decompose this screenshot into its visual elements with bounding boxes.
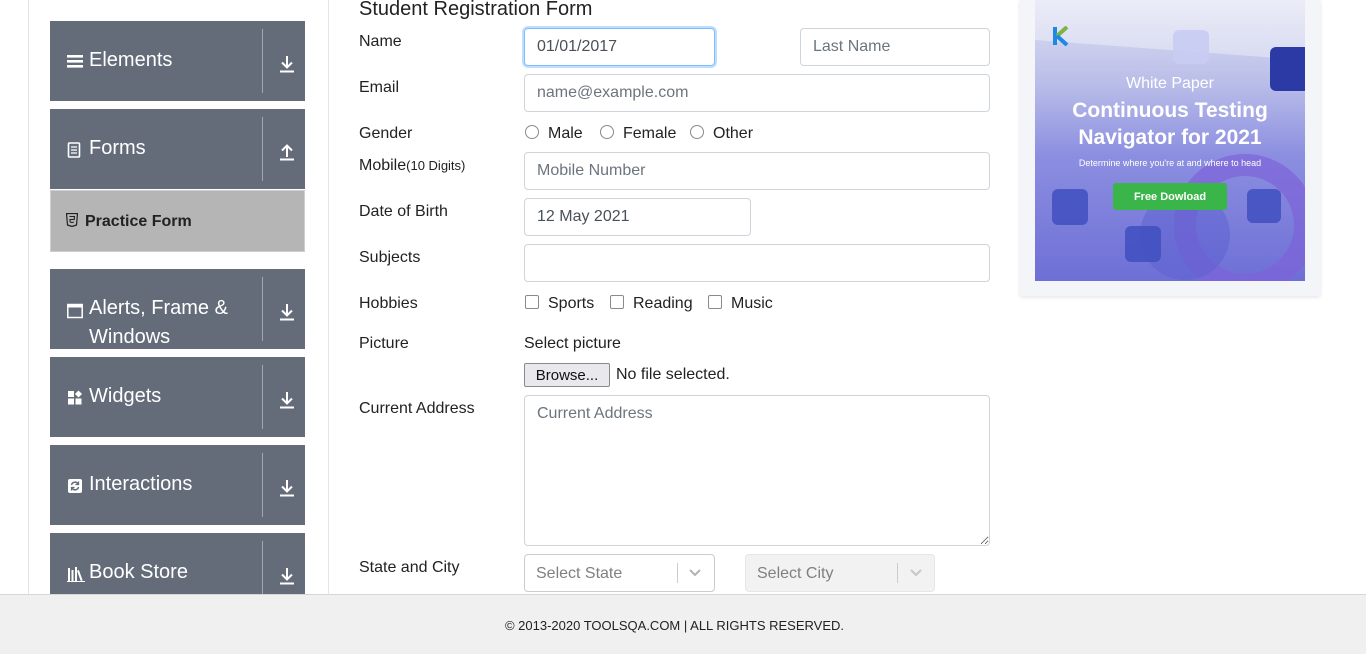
hobby-music-label[interactable]: Music (731, 295, 773, 313)
hobby-sports-label[interactable]: Sports (548, 295, 594, 313)
ad-headline-line1: Continuous Testing (1072, 99, 1268, 122)
city-select[interactable]: Select City (745, 554, 935, 592)
list-tile-icon (1125, 226, 1161, 262)
brand-logo-icon (1053, 26, 1069, 46)
mobile-label-text: Mobile (359, 157, 407, 174)
last-name-input[interactable] (800, 28, 990, 66)
select-separator (677, 563, 678, 583)
gender-other-label[interactable]: Other (713, 125, 753, 143)
code-tile-icon (1173, 30, 1209, 64)
current-address-textarea[interactable] (524, 395, 990, 546)
download-arrow-icon[interactable] (277, 390, 297, 410)
upload-arrow-icon[interactable] (277, 142, 297, 162)
hobby-sports-checkbox[interactable] (525, 295, 539, 309)
download-arrow-icon[interactable] (277, 302, 297, 322)
sidebar-group-forms[interactable]: Forms (50, 109, 305, 189)
clock-tile-icon (1052, 189, 1088, 225)
file-status: No file selected. (616, 366, 730, 383)
sidebar-group-elements[interactable]: Elements (50, 21, 305, 101)
rocket-tile-icon (1247, 189, 1281, 223)
download-arrow-icon[interactable] (277, 478, 297, 498)
select-separator (897, 563, 898, 583)
ad-headline: Continuous Testing Navigator for 2021 (1035, 97, 1305, 151)
first-name-input[interactable] (524, 28, 715, 66)
city-select-placeholder: Select City (757, 565, 834, 582)
mobile-hint: (10 Digits) (406, 158, 466, 173)
ad-banner[interactable]: White Paper Continuous Testing Navigator… (1020, 0, 1320, 296)
footer-copyright: © 2013-2020 TOOLSQA.COM | ALL RIGHTS RES… (504, 618, 845, 633)
ad-subline: Determine where you're at and where to h… (1078, 158, 1262, 168)
refresh-icon (68, 479, 82, 493)
ad-artwork: White Paper Continuous Testing Navigator… (1035, 0, 1305, 281)
subjects-label: Subjects (359, 249, 421, 266)
email-label: Email (359, 79, 400, 96)
sidebar-group-label: Book Store (89, 561, 188, 583)
document-icon (67, 142, 81, 158)
sidebar-divider (262, 277, 263, 341)
gender-male-radio[interactable] (525, 125, 539, 139)
chevron-down-icon[interactable] (688, 567, 702, 579)
books-icon (67, 567, 85, 582)
gender-female-radio[interactable] (600, 125, 614, 139)
sidebar-group-label: Interactions (89, 473, 193, 495)
sidebar-group-widgets[interactable]: Widgets (50, 357, 305, 437)
left-page-rule (28, 0, 29, 594)
ad-headline-line2: Navigator for 2021 (1078, 126, 1262, 149)
widgets-icon (68, 390, 83, 405)
ad-download-button[interactable]: Free Dowload (1113, 183, 1227, 210)
download-arrow-icon[interactable] (277, 566, 297, 586)
gender-other-radio[interactable] (690, 125, 704, 139)
sidebar-group-interactions[interactable]: Interactions (50, 445, 305, 525)
sidebar-item-label: Practice Form (85, 213, 192, 230)
mobile-input[interactable] (524, 152, 990, 190)
sidebar-group-label: Widgets (89, 385, 162, 407)
sidebar-divider (262, 365, 263, 429)
subjects-input[interactable] (524, 244, 990, 282)
name-label: Name (359, 33, 402, 50)
sidebar-group-label: Alerts, Frame & Windows (89, 297, 228, 348)
sidebar-group-label: Elements (89, 49, 173, 71)
gender-label: Gender (359, 125, 413, 142)
hobby-reading-checkbox[interactable] (610, 295, 624, 309)
sidebar-group-book-store[interactable]: Book Store (50, 533, 305, 594)
sidebar-group-label: Forms (89, 137, 146, 159)
page-footer: © 2013-2020 TOOLSQA.COM | ALL RIGHTS RES… (0, 594, 1366, 654)
download-arrow-icon[interactable] (277, 54, 297, 74)
bars-icon (67, 55, 83, 68)
email-input[interactable] (524, 74, 990, 112)
dob-input[interactable] (524, 198, 751, 236)
hobbies-label: Hobbies (359, 295, 418, 312)
hobby-reading-label[interactable]: Reading (633, 295, 693, 313)
sidebar-group-alerts-frame-windows[interactable]: Alerts, Frame & Windows (50, 269, 305, 349)
chevron-down-icon (910, 569, 922, 577)
mobile-label: Mobile(10 Digits) (359, 157, 465, 175)
address-label: Current Address (359, 400, 475, 417)
state-city-label: State and City (359, 559, 460, 576)
sidebar-divider (262, 541, 263, 594)
sidebar-right-rule (328, 0, 329, 594)
form-title: Student Registration Form (359, 0, 593, 20)
gender-female-label[interactable]: Female (623, 125, 676, 143)
sidebar-item-practice-form[interactable]: Practice Form (50, 190, 305, 252)
state-select[interactable]: Select State (524, 554, 715, 592)
sidebar-divider (262, 453, 263, 517)
sidebar-divider (262, 117, 263, 181)
dob-label: Date of Birth (359, 203, 448, 220)
window-icon (67, 303, 83, 319)
gender-male-label[interactable]: Male (548, 125, 583, 143)
browse-button[interactable]: Browse... (524, 363, 610, 387)
sidebar-divider (262, 29, 263, 93)
state-select-placeholder: Select State (536, 565, 623, 582)
hobby-music-checkbox[interactable] (708, 295, 722, 309)
html5-icon (66, 213, 78, 227)
picture-caption: Select picture (524, 335, 621, 352)
ad-kicker: White Paper (1125, 75, 1215, 92)
picture-label: Picture (359, 335, 409, 352)
